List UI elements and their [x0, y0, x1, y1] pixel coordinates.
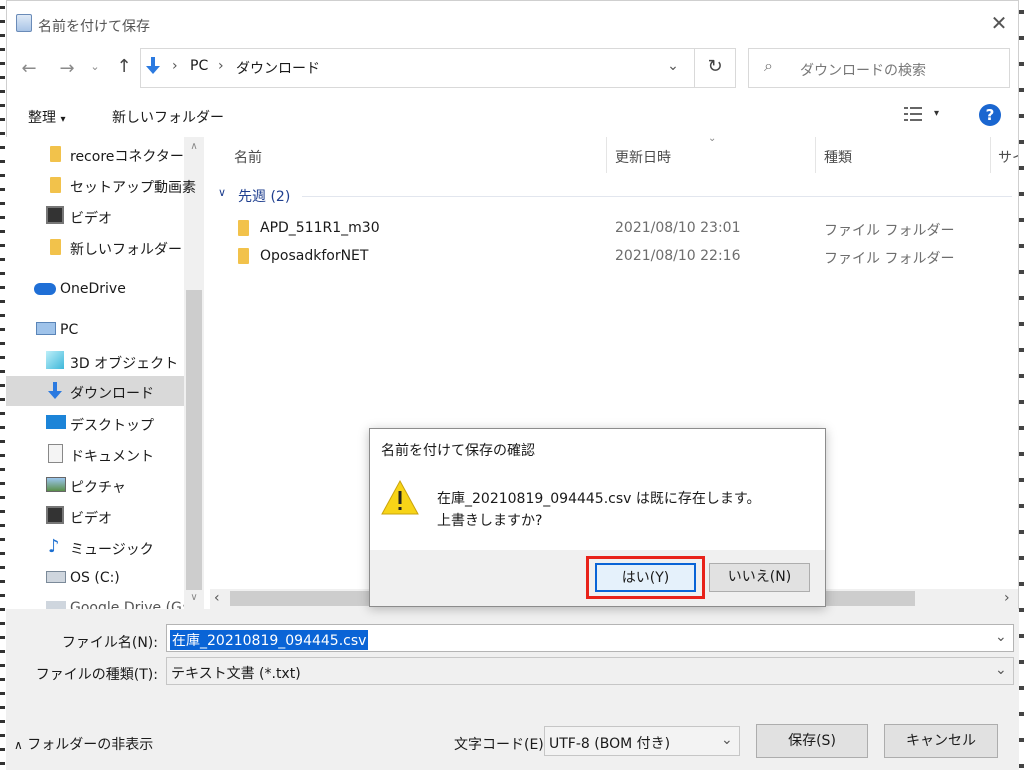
filename-label: ファイル名(N): [61, 635, 158, 651]
address-bar[interactable] [140, 48, 736, 88]
picture-icon [46, 477, 66, 492]
document-icon [48, 444, 63, 463]
chevron-down-icon[interactable]: ⌄ [995, 629, 1007, 645]
address-divider [694, 49, 695, 87]
sidebar-scroll-thumb[interactable] [186, 290, 202, 590]
breadcrumb-pc[interactable]: PC [190, 58, 208, 74]
close-icon[interactable]: ✕ [988, 12, 1010, 34]
app-icon [16, 14, 32, 32]
sidebar-item-desktop[interactable]: デスクトップ [6, 408, 184, 438]
table-row[interactable]: APD_511R1_m30 2021/08/10 23:01 ファイル フォルダ… [212, 214, 1012, 242]
sidebar-item-video-1[interactable]: ビデオ [6, 201, 184, 231]
folder-icon [238, 220, 249, 236]
pc-icon [36, 322, 56, 335]
sidebar-item-os-c[interactable]: OS (C:) [6, 563, 184, 593]
view-options-icon[interactable] [904, 106, 922, 122]
chevron-down-icon[interactable]: ⌄ [721, 732, 733, 748]
sidebar-item-new-folder[interactable]: 新しいフォルダー [6, 232, 184, 262]
dialog-message-2: 上書きしますか? [437, 513, 543, 529]
sort-indicator-icon: ⌄ [708, 133, 717, 144]
filetype-select[interactable]: テキスト文書 (*.txt) ⌄ [166, 657, 1014, 685]
search-icon: ⌕ [764, 56, 773, 75]
column-date[interactable]: 更新日時 [615, 147, 671, 167]
sidebar-item-recore[interactable]: recoreコネクター [6, 139, 184, 169]
chevron-right-icon: › [172, 58, 178, 74]
column-separator[interactable] [815, 137, 816, 173]
folder-icon [238, 248, 249, 264]
encoding-label: 文字コード(E): [454, 737, 549, 753]
chevron-right-icon: › [218, 58, 224, 74]
column-size[interactable]: サイ [998, 147, 1018, 167]
column-type[interactable]: 種類 [824, 147, 852, 167]
dialog-title: 名前を付けて保存の確認 [381, 443, 535, 459]
save-button[interactable]: 保存(S) [756, 724, 868, 758]
dialog-message-1: 在庫_20210819_094445.csv は既に存在します。 [437, 491, 761, 507]
filetype-label: ファイルの種類(T): [35, 667, 158, 683]
drive-icon [46, 571, 66, 583]
window-title: 名前を付けて保存 [38, 19, 150, 35]
music-icon: ♪ [48, 536, 60, 557]
download-icon [48, 381, 62, 401]
organize-button[interactable]: 整理 ▾ [28, 107, 65, 127]
recent-locations-icon[interactable]: ⌄ [88, 60, 102, 73]
cancel-button[interactable]: キャンセル [884, 724, 998, 758]
sidebar-item-3d-objects[interactable]: 3D オブジェクト [6, 346, 184, 376]
video-icon [46, 506, 64, 524]
column-separator[interactable] [990, 137, 991, 173]
folder-icon [50, 177, 61, 193]
sidebar-item-video-2[interactable]: ビデオ [6, 501, 184, 531]
warning-icon [380, 478, 420, 518]
group-divider [302, 196, 1012, 197]
search-input[interactable]: ダウンロードの検索 [800, 60, 926, 80]
sidebar-item-google-drive[interactable]: Google Drive (G: [6, 593, 184, 609]
page-edge-right [1019, 0, 1024, 770]
sidebar-item-onedrive[interactable]: OneDrive [6, 274, 184, 304]
no-button[interactable]: いいえ(N) [709, 563, 810, 592]
view-dropdown-icon[interactable]: ▾ [934, 108, 939, 119]
folder-icon [50, 146, 61, 162]
column-separator[interactable] [606, 137, 607, 173]
video-icon [46, 206, 64, 224]
group-collapse-icon[interactable]: ∨ [218, 186, 226, 199]
sidebar-item-downloads[interactable]: ダウンロード [6, 376, 184, 406]
scroll-up-icon[interactable]: ∧ [186, 141, 202, 152]
up-icon[interactable]: ↑ [112, 56, 136, 77]
refresh-icon[interactable]: ↻ [703, 56, 727, 77]
sidebar-item-setup-video[interactable]: セットアップ動画素 [6, 170, 196, 200]
group-header[interactable]: 先週 (2) [238, 186, 290, 206]
scroll-down-icon[interactable]: ∨ [186, 592, 202, 603]
filename-input[interactable]: 在庫_20210819_094445.csv ⌄ [166, 624, 1014, 652]
back-icon[interactable]: ← [18, 58, 40, 79]
hide-folders-toggle[interactable]: ∧ フォルダーの非表示 [14, 734, 153, 754]
table-row[interactable]: OposadkforNET 2021/08/10 22:16 ファイル フォルダ… [212, 242, 1012, 270]
breadcrumb-downloads[interactable]: ダウンロード [236, 58, 320, 78]
encoding-select[interactable]: UTF-8 (BOM 付き) ⌄ [544, 726, 740, 756]
scroll-left-icon[interactable]: ‹ [214, 590, 220, 606]
desktop-icon [46, 415, 66, 429]
sidebar-item-music[interactable]: ♪ ミュージック [6, 532, 184, 562]
cube-icon [46, 351, 64, 369]
help-icon[interactable]: ? [979, 104, 1001, 126]
forward-icon[interactable]: → [56, 58, 78, 79]
new-folder-button[interactable]: 新しいフォルダー [112, 107, 224, 127]
drive-icon [46, 601, 66, 609]
column-name[interactable]: 名前 [234, 147, 262, 167]
chevron-up-icon: ∧ [14, 738, 23, 752]
chevron-down-icon[interactable]: ⌄ [664, 58, 682, 74]
folder-icon [50, 239, 61, 255]
sidebar-item-documents[interactable]: ドキュメント [6, 439, 184, 469]
chevron-down-icon[interactable]: ⌄ [995, 662, 1007, 678]
cloud-icon [34, 283, 56, 295]
download-icon [146, 56, 160, 76]
scroll-right-icon[interactable]: › [1004, 590, 1010, 606]
page-edge-left [0, 0, 5, 770]
yes-button[interactable]: はい(Y) [595, 563, 696, 592]
sidebar-item-pictures[interactable]: ピクチャ [6, 470, 184, 500]
sidebar-item-pc[interactable]: PC [6, 315, 184, 345]
